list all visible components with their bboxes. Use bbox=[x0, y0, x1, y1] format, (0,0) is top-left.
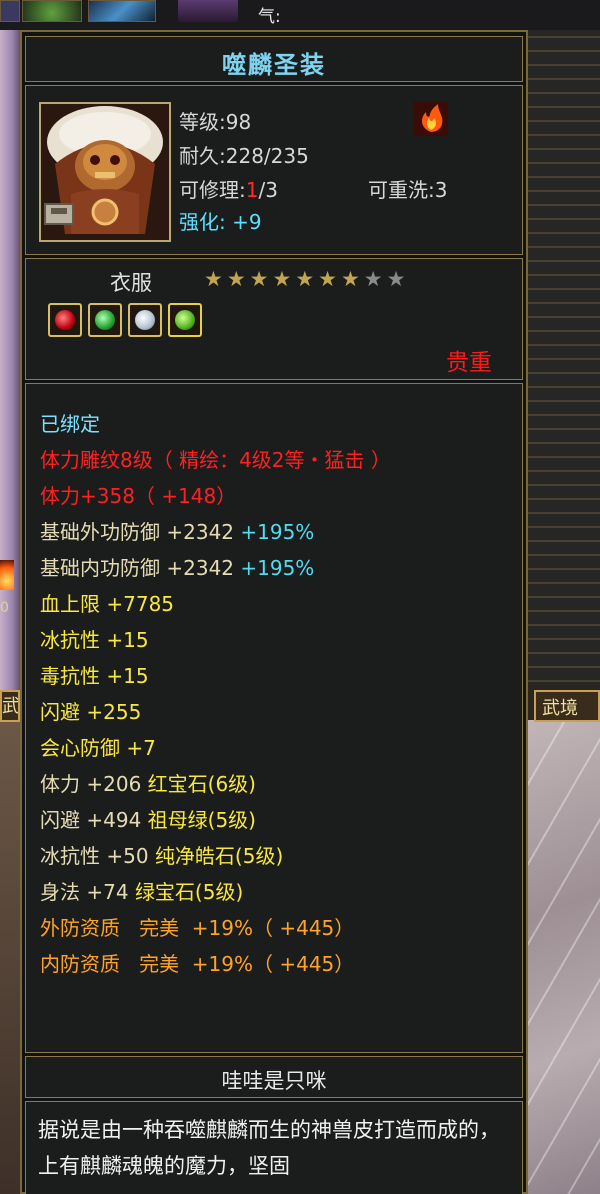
dodge-line: 闪避 +255 bbox=[40, 700, 142, 724]
ruby-gem-icon bbox=[48, 303, 82, 337]
owner-section: 哇哇是只咪 bbox=[25, 1056, 523, 1098]
bound-status: 已绑定 bbox=[40, 412, 100, 436]
attribute-list: 已绑定 体力雕纹8级（ 精绘：4级2等・猛击 ） 体力+358（ +148） 基… bbox=[25, 383, 523, 1053]
character-figure bbox=[0, 30, 20, 720]
fire-icon bbox=[0, 560, 14, 590]
flame-buff-icon bbox=[414, 102, 448, 136]
rarity-label: 贵重 bbox=[446, 350, 492, 376]
tab-wujing[interactable]: 武境 bbox=[534, 690, 600, 722]
star-filled-icon: ★ bbox=[295, 267, 315, 291]
enhance-line: 强化: +9 bbox=[179, 210, 262, 234]
rewash-line: 可重洗:3 bbox=[368, 178, 448, 202]
item-type: 衣服 bbox=[110, 271, 152, 295]
ice-res-line: 冰抗性 +15 bbox=[40, 628, 149, 652]
gem-stat-line: 体力 +206 红宝石(6级) bbox=[40, 772, 256, 796]
star-filled-icon: ★ bbox=[318, 267, 337, 291]
durability-line: 耐久:228/235 bbox=[179, 144, 309, 168]
top-bar: 气: bbox=[0, 0, 600, 30]
emerald-gem-icon bbox=[88, 303, 122, 337]
qi-label: 气: bbox=[258, 7, 281, 27]
hp-line: 血上限 +7785 bbox=[40, 592, 175, 616]
ext-def-line: 基础外功防御 +2342 +195% bbox=[40, 520, 315, 544]
star-empty-icon: ★ bbox=[386, 267, 406, 291]
star-filled-icon: ★ bbox=[204, 267, 223, 291]
green-gem-icon bbox=[168, 303, 202, 337]
white-gem-icon bbox=[128, 303, 162, 337]
quality-ext-line: 外防资质 完美 +19%（ +445） bbox=[40, 916, 355, 940]
item-info: 等级:98 耐久:228/235 可修理:1/3 可重洗:3 强化: +9 bbox=[25, 85, 523, 255]
engrave-bonus-line: 体力+358（ +148） bbox=[40, 484, 237, 508]
gem-stat-line: 闪避 +494 祖母绿(5级) bbox=[40, 808, 256, 832]
star-filled-icon: ★ bbox=[249, 267, 269, 291]
owner-name: 哇哇是只咪 bbox=[221, 1069, 327, 1093]
repair-line: 可修理:1/3 bbox=[179, 178, 278, 202]
skill-slot-icon[interactable] bbox=[0, 0, 20, 22]
item-tooltip: 噬麟圣装 等级:98 耐久:228/235 可修理:1/3 可重洗:3 强化: … bbox=[20, 30, 528, 1194]
engrave-line: 体力雕纹8级（ 精绘：4级2等・猛击 ） bbox=[40, 448, 391, 472]
side-number: 0 bbox=[0, 600, 9, 616]
side-panel bbox=[526, 30, 600, 685]
floor-left bbox=[0, 690, 20, 1194]
gem-stat-line: 冰抗性 +50 纯净皓石(5级) bbox=[40, 844, 284, 868]
item-description: 据说是由一种吞噬麒麟而生的神兽皮打造而成的，上有麒麟魂魄的魔力，坚固 bbox=[38, 1118, 500, 1178]
quality-int-line: 内防资质 完美 +19%（ +445） bbox=[40, 952, 355, 976]
tab-wu-left[interactable]: 武 bbox=[0, 690, 20, 722]
armor-mask-icon bbox=[41, 104, 169, 240]
skill-slot-icon[interactable] bbox=[178, 0, 238, 22]
level-line: 等级:98 bbox=[179, 110, 252, 134]
floor-tiles bbox=[520, 720, 600, 1194]
skill-slot-icon[interactable] bbox=[88, 0, 156, 22]
star-empty-icon: ★ bbox=[363, 267, 383, 291]
tooltip-header: 噬麟圣装 bbox=[25, 36, 523, 82]
star-filled-icon: ★ bbox=[272, 267, 292, 291]
gem-stat-line: 身法 +74 绿宝石(5级) bbox=[40, 880, 244, 904]
item-portrait bbox=[39, 102, 171, 242]
description-section: 据说是由一种吞噬麒麟而生的神兽皮打造而成的，上有麒麟魂魄的魔力，坚固 bbox=[25, 1101, 523, 1194]
poison-res-line: 毒抗性 +15 bbox=[40, 664, 149, 688]
star-filled-icon: ★ bbox=[340, 267, 360, 291]
item-type-section: 衣服 ★ ★ ★ ★ ★ ★ ★ ★ ★ 贵重 bbox=[25, 258, 523, 380]
skill-slot-icon[interactable] bbox=[22, 0, 82, 22]
crit-def-line: 会心防御 +7 bbox=[40, 736, 156, 760]
star-rating: ★ ★ ★ ★ ★ ★ ★ ★ ★ bbox=[204, 269, 405, 290]
item-name: 噬麟圣装 bbox=[222, 51, 326, 79]
gem-sockets bbox=[48, 303, 202, 337]
star-filled-icon: ★ bbox=[226, 267, 246, 291]
int-def-line: 基础内功防御 +2342 +195% bbox=[40, 556, 315, 580]
